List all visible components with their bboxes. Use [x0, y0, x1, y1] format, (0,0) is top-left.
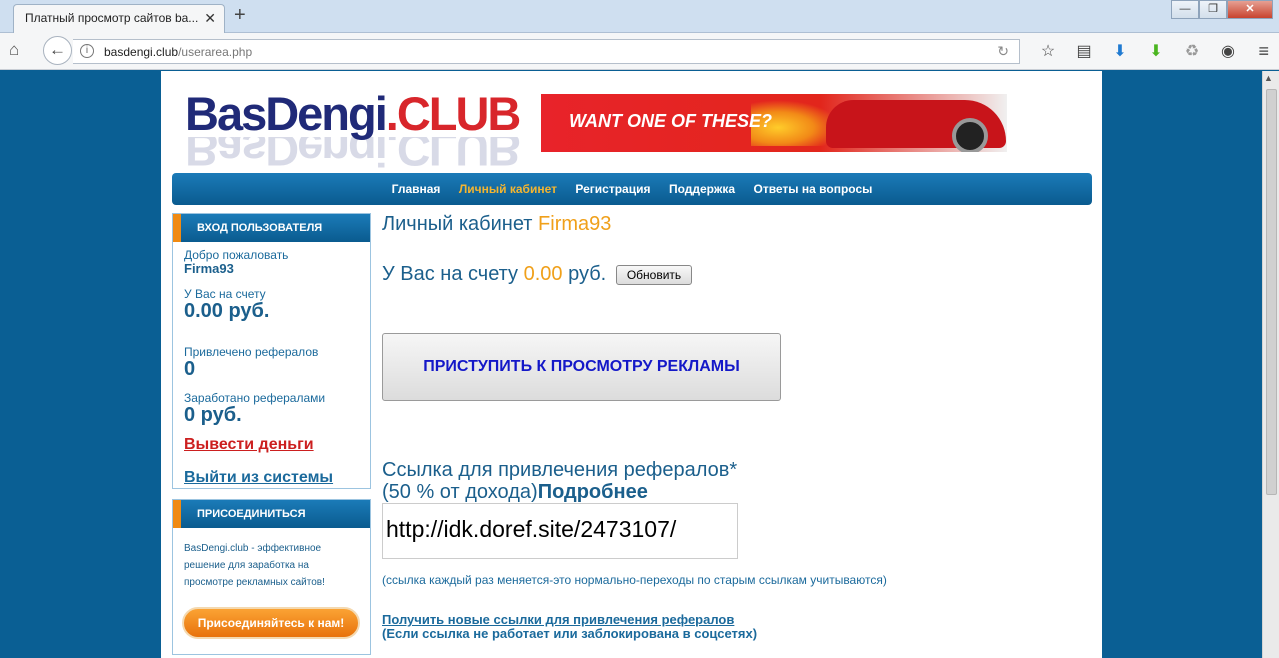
- site-logo[interactable]: BasDengi.CLUB BasDengi.CLUB: [185, 90, 525, 171]
- minimize-button[interactable]: —: [1171, 0, 1199, 19]
- site-info-icon[interactable]: i: [80, 44, 94, 58]
- new-links-note: (Если ссылка не работает или заблокирова…: [382, 626, 758, 641]
- logo-main-text: BasDengi: [185, 87, 388, 140]
- new-tab-button[interactable]: +: [234, 4, 246, 27]
- balance-value: 0.00 руб.: [184, 300, 270, 322]
- url-path: /userarea.php: [178, 45, 253, 59]
- referral-more-link[interactable]: Подробнее: [538, 481, 648, 503]
- reader-list-icon[interactable]: ▤: [1066, 41, 1102, 61]
- join-description: BasDengi.club - эффективное решение для …: [184, 543, 325, 588]
- home-icon[interactable]: ⌂: [9, 40, 19, 60]
- referral-percent-line: (50 % от дохода)Подробнее: [382, 481, 737, 503]
- maximize-button[interactable]: ❐: [1199, 0, 1227, 19]
- close-tab-icon[interactable]: ✕: [204, 10, 216, 27]
- referral-percent: (50 % от дохода): [382, 481, 538, 503]
- earned-label: Заработано рефералами: [184, 391, 326, 405]
- close-window-button[interactable]: ✕: [1227, 0, 1273, 19]
- menu-item-faq[interactable]: Ответы на вопросы: [753, 173, 872, 205]
- address-bar[interactable]: i basdengi.club/userarea.php ↻: [73, 39, 1020, 64]
- banner-text: WANT ONE OF THESE?: [569, 111, 773, 131]
- start-viewing-ads-button[interactable]: ПРИСТУПИТЬ К ПРОСМОТРУ РЕКЛАМЫ: [382, 333, 781, 401]
- window-controls: — ❐ ✕: [1171, 0, 1273, 20]
- sidebar-username: Firma93: [184, 261, 234, 276]
- scroll-up-icon[interactable]: ▲: [1264, 73, 1273, 83]
- join-button[interactable]: Присоединяйтесь к нам!: [182, 607, 360, 639]
- download-icon[interactable]: ⬇: [1102, 41, 1138, 61]
- referral-link-box[interactable]: http://idk.doref.site/2473107/: [382, 503, 738, 559]
- page-container: BasDengi.CLUB BasDengi.CLUB WANT ONE OF …: [161, 71, 1102, 658]
- balance-prefix: У Вас на счету: [382, 263, 524, 285]
- join-box: ПРИСОЕДИНИТЬСЯ BasDengi.club - эффективн…: [172, 499, 371, 655]
- withdraw-link[interactable]: Вывести деньги: [184, 436, 314, 454]
- menu-item-register[interactable]: Регистрация: [575, 173, 650, 205]
- earned-value: 0 руб.: [184, 404, 242, 426]
- back-button[interactable]: ←: [43, 36, 72, 65]
- title-username: Firma93: [538, 213, 612, 235]
- balance-line: У Вас на счету 0.00 руб. Обновить: [382, 263, 693, 286]
- refresh-button[interactable]: Обновить: [615, 264, 693, 285]
- url-domain: basdengi.club: [104, 45, 179, 59]
- tab-title: Платный просмотр сайтов ba...: [25, 11, 199, 25]
- page-title: Личный кабинет Firma93: [382, 213, 611, 236]
- download-helper-icon[interactable]: ⬇: [1138, 41, 1174, 61]
- join-box-header: ПРИСОЕДИНИТЬСЯ: [173, 500, 370, 528]
- user-box: ВХОД ПОЛЬЗОВАТЕЛЯ Добро пожаловать Firma…: [172, 213, 371, 489]
- balance-amount: 0.00: [523, 263, 563, 285]
- referral-heading: Ссылка для привлечения рефералов* (50 % …: [382, 459, 737, 503]
- menu-hamburger-icon[interactable]: ≡: [1258, 41, 1269, 62]
- browser-toolbar: ⌂ ← i basdengi.club/userarea.php ↻ ☆ ▤ ⬇…: [0, 33, 1279, 70]
- main-menu: Главная Личный кабинет Регистрация Подде…: [172, 173, 1092, 205]
- title-prefix: Личный кабинет: [382, 213, 539, 235]
- menu-item-support[interactable]: Поддержка: [669, 173, 735, 205]
- car-graphic: [826, 100, 1006, 152]
- scrollbar-thumb[interactable]: [1266, 89, 1277, 495]
- sync-icon[interactable]: ◉: [1210, 41, 1246, 61]
- tab-bar: Платный просмотр сайтов ba... ✕ + — ❐ ✕: [0, 0, 1279, 34]
- new-links-block: Получить новые ссылки для привлечения ре…: [382, 613, 757, 641]
- vertical-scrollbar[interactable]: ▲: [1262, 71, 1279, 658]
- toolbar-icons: ☆ ▤ ⬇ ⬇ ♻ ◉: [1030, 41, 1246, 61]
- referral-note: (ссылка каждый раз меняется-это нормальн…: [382, 573, 887, 587]
- balance-suffix: руб.: [562, 263, 607, 285]
- user-box-header: ВХОД ПОЛЬЗОВАТЕЛЯ: [173, 214, 370, 242]
- reload-icon[interactable]: ↻: [997, 43, 1009, 60]
- ad-banner[interactable]: WANT ONE OF THESE?: [541, 94, 1007, 152]
- logout-link[interactable]: Выйти из системы: [184, 469, 333, 487]
- referral-title: Ссылка для привлечения рефералов*: [382, 459, 738, 481]
- menu-item-home[interactable]: Главная: [392, 173, 441, 205]
- referrals-label: Привлечено рефералов: [184, 345, 319, 359]
- logo-reflection: BasDengi.CLUB: [185, 137, 520, 169]
- menu-item-cabinet[interactable]: Личный кабинет: [459, 173, 557, 205]
- welcome-label: Добро пожаловать: [184, 248, 289, 262]
- get-new-links-link[interactable]: Получить новые ссылки для привлечения ре…: [382, 613, 757, 627]
- bookmark-star-icon[interactable]: ☆: [1030, 41, 1066, 61]
- logo-text: BasDengi.CLUB: [185, 90, 525, 137]
- logo-club-text: .CLUB: [385, 87, 522, 140]
- balance-label: У Вас на счету: [184, 287, 266, 301]
- browser-tab[interactable]: Платный просмотр сайтов ba... ✕: [13, 4, 225, 34]
- url-text: basdengi.club/userarea.php: [104, 45, 252, 59]
- referrals-value: 0: [184, 358, 196, 380]
- extension-icon[interactable]: ♻: [1174, 41, 1210, 61]
